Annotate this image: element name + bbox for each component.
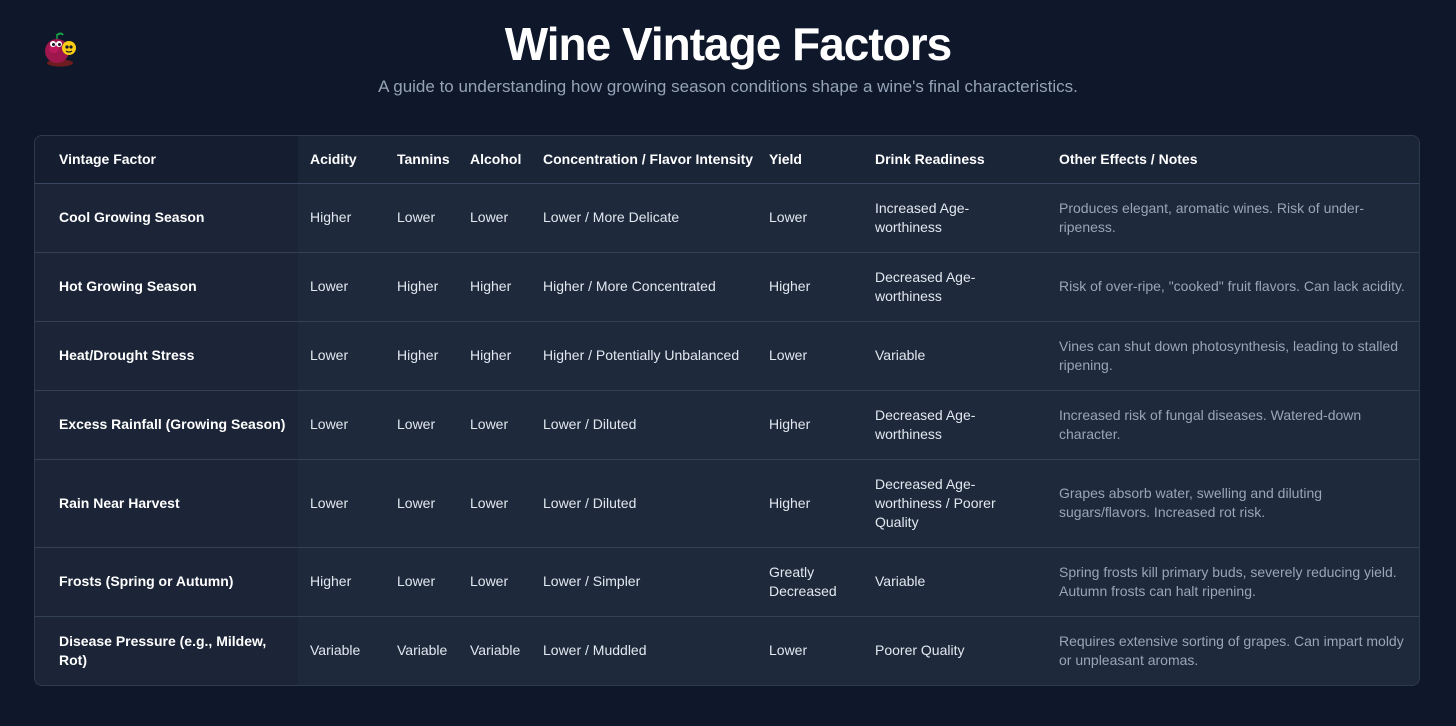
cell-notes: Requires extensive sorting of grapes. Ca…	[1059, 632, 1404, 668]
cell-alcohol: Lower	[458, 390, 531, 460]
cell-yield: Lower	[769, 642, 808, 659]
cell-concentration: Higher / Potentially Unbalanced	[531, 321, 757, 391]
cell-alcohol: Lower	[458, 547, 531, 617]
cell-concentration: Higher / More Concentrated	[531, 252, 757, 322]
cell-tannins: Lower	[385, 390, 458, 460]
cell-tannins: Lower	[385, 547, 458, 617]
cell-concentration: Lower / Muddled	[543, 642, 647, 659]
table-row: Excess Rainfall (Growing Season) Lower L…	[35, 390, 1419, 460]
column-header-drink-readiness: Drink Readiness	[863, 136, 1047, 184]
cell-concentration: Lower / Simpler	[531, 547, 757, 617]
cell-alcohol: Lower	[458, 459, 531, 548]
cell-yield: Lower	[757, 183, 863, 253]
cell-vintage-factor: Cool Growing Season	[35, 183, 298, 253]
cell-vintage-factor: Excess Rainfall (Growing Season)	[35, 390, 298, 460]
cell-notes: Vines can shut down photosynthesis, lead…	[1047, 321, 1419, 391]
cell-yield: Higher	[757, 390, 863, 460]
table-row: Hot Growing Season Lower Higher Higher H…	[35, 252, 1419, 322]
vintage-factors-table-card: Vintage Factor Acidity Tannins Alcohol C…	[34, 135, 1420, 686]
cell-alcohol: Variable	[470, 642, 521, 659]
cell-notes: Grapes absorb water, swelling and diluti…	[1047, 459, 1419, 548]
column-header-alcohol: Alcohol	[458, 136, 531, 184]
cell-vintage-factor: Heat/Drought Stress	[35, 321, 298, 391]
cell-acidity: Lower	[298, 390, 385, 460]
cell-drink-readiness: Decreased Age-worthiness / Poorer Qualit…	[863, 459, 1047, 548]
cell-drink-readiness: Decreased Age-worthiness	[863, 390, 1047, 460]
page-subtitle: A guide to understanding how growing sea…	[378, 77, 1078, 96]
cell-drink-readiness: Increased Age-worthiness	[863, 183, 1047, 253]
cell-notes: Spring frosts kill primary buds, severel…	[1047, 547, 1419, 617]
vintage-factors-table: Vintage Factor Acidity Tannins Alcohol C…	[35, 136, 1419, 685]
cell-concentration: Lower / Diluted	[531, 459, 757, 548]
cell-notes: Produces elegant, aromatic wines. Risk o…	[1047, 183, 1419, 253]
cell-acidity: Variable	[310, 642, 361, 659]
table-row: Frosts (Spring or Autumn) Higher Lower L…	[35, 547, 1419, 617]
cell-drink-readiness: Variable	[863, 547, 1047, 617]
table-row: Cool Growing Season Higher Lower Lower L…	[35, 183, 1419, 253]
column-header-tannins: Tannins	[385, 136, 458, 184]
column-header-acidity: Acidity	[298, 136, 385, 184]
column-header-notes: Other Effects / Notes	[1047, 136, 1419, 184]
cell-concentration: Lower / Diluted	[531, 390, 757, 460]
table-row: Heat/Drought Stress Lower Higher Higher …	[35, 321, 1419, 391]
page-title: Wine Vintage Factors	[504, 18, 953, 70]
cell-tannins: Higher	[385, 321, 458, 391]
cell-drink-readiness: Decreased Age-worthiness	[863, 252, 1047, 322]
cell-tannins: Variable	[397, 642, 448, 659]
cell-acidity: Lower	[298, 459, 385, 548]
cell-acidity: Lower	[298, 252, 385, 322]
cell-acidity: Higher	[298, 183, 385, 253]
cell-tannins: Lower	[385, 183, 458, 253]
cell-acidity: Lower	[298, 321, 385, 391]
cell-acidity: Higher	[298, 547, 385, 617]
cell-notes: Increased risk of fungal diseases. Water…	[1047, 390, 1419, 460]
cell-yield: Higher	[757, 459, 863, 548]
cell-vintage-factor: Frosts (Spring or Autumn)	[35, 547, 298, 617]
cell-drink-readiness: Poorer Quality	[875, 642, 965, 659]
column-header-yield: Yield	[757, 136, 863, 184]
page-header: Wine Vintage Factors A guide to understa…	[0, 14, 1456, 99]
cell-yield: Greatly Decreased	[757, 547, 863, 617]
cell-vintage-factor: Disease Pressure (e.g., Mildew, Rot)	[35, 616, 298, 685]
cell-tannins: Lower	[385, 459, 458, 548]
column-header-vintage-factor: Vintage Factor	[35, 136, 298, 184]
cell-alcohol: Higher	[458, 252, 531, 322]
cell-vintage-factor: Hot Growing Season	[35, 252, 298, 322]
cell-alcohol: Higher	[458, 321, 531, 391]
cell-yield: Higher	[757, 252, 863, 322]
table-row: Disease Pressure (e.g., Mildew, Rot) Var…	[35, 616, 1419, 685]
cell-yield: Lower	[757, 321, 863, 391]
cell-drink-readiness: Variable	[863, 321, 1047, 391]
cell-vintage-factor: Rain Near Harvest	[35, 459, 298, 548]
cell-tannins: Higher	[385, 252, 458, 322]
table-row: Rain Near Harvest Lower Lower Lower Lowe…	[35, 459, 1419, 548]
column-header-concentration: Concentration / Flavor Intensity	[531, 136, 757, 184]
cell-alcohol: Lower	[458, 183, 531, 253]
cell-concentration: Lower / More Delicate	[531, 183, 757, 253]
table-header-row: Vintage Factor Acidity Tannins Alcohol C…	[35, 136, 1419, 184]
cell-notes: Risk of over-ripe, "cooked" fruit flavor…	[1047, 252, 1419, 322]
